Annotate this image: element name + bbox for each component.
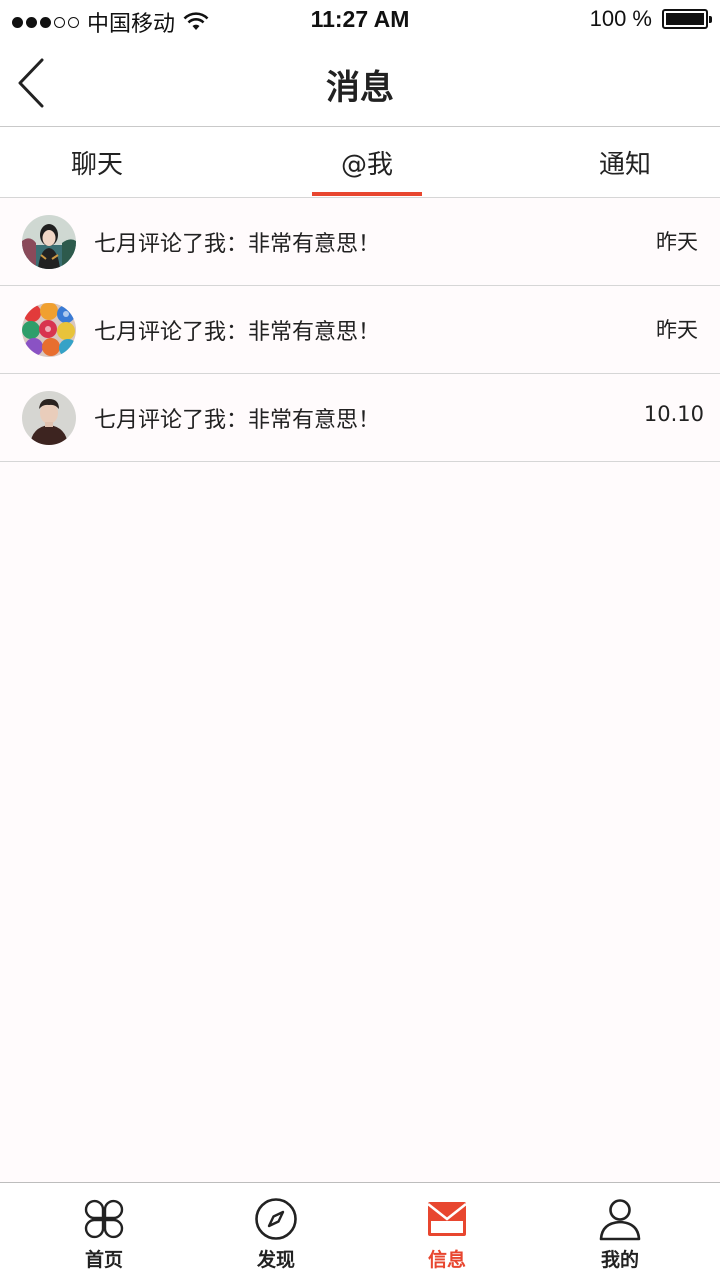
message-text: 七月评论了我：非常有意思！	[94, 408, 381, 433]
battery-icon	[662, 9, 712, 29]
bottom-tab-bar: 首页 发现 信息 我的	[0, 1182, 720, 1280]
status-bar: 中国移动 11:27 AM 100 %	[0, 0, 720, 40]
avatar	[22, 215, 76, 269]
tab-notifications[interactable]: 通知	[570, 127, 680, 197]
compass-icon	[255, 1198, 297, 1240]
message-time: 10.10	[643, 402, 704, 426]
tabbar-item-messages[interactable]: 信息	[357, 1183, 537, 1280]
tabbar-label: 我的	[600, 1249, 639, 1271]
list-item[interactable]: 七月评论了我：非常有意思！ 昨天	[0, 198, 720, 286]
message-time: 昨天	[656, 318, 698, 342]
mail-icon	[427, 1202, 467, 1236]
tabbar-item-home[interactable]: 首页	[14, 1183, 194, 1280]
list-item[interactable]: 七月评论了我：非常有意思！ 昨天	[0, 286, 720, 374]
message-list: 七月评论了我：非常有意思！ 昨天 七月评论了我：非常有意思！ 昨天 七月评论了我…	[0, 198, 720, 462]
nav-bar: 消息	[0, 40, 720, 127]
clover-icon	[84, 1199, 124, 1239]
tab-mentions[interactable]: @我	[312, 127, 422, 197]
avatar	[22, 303, 76, 357]
tabbar-label: 信息	[427, 1249, 466, 1271]
tabbar-label: 发现	[256, 1249, 295, 1271]
message-text: 七月评论了我：非常有意思！	[94, 320, 381, 345]
battery-fill	[666, 13, 704, 25]
tabbar-item-discover[interactable]: 发现	[186, 1183, 366, 1280]
active-tab-indicator	[312, 192, 422, 196]
person-icon	[599, 1199, 641, 1241]
segment-tabs: 聊天 @我 通知	[0, 127, 720, 198]
tabbar-label: 首页	[84, 1249, 123, 1271]
message-text: 七月评论了我：非常有意思！	[94, 232, 381, 257]
status-right: 100 %	[589, 6, 712, 32]
avatar	[22, 391, 76, 445]
battery-percent: 100 %	[589, 6, 652, 31]
page-title: 消息	[326, 68, 394, 108]
message-time: 昨天	[656, 230, 698, 254]
tab-chat[interactable]: 聊天	[42, 127, 152, 197]
tabbar-item-profile[interactable]: 我的	[530, 1183, 710, 1280]
list-item[interactable]: 七月评论了我：非常有意思！ 10.10	[0, 374, 720, 462]
